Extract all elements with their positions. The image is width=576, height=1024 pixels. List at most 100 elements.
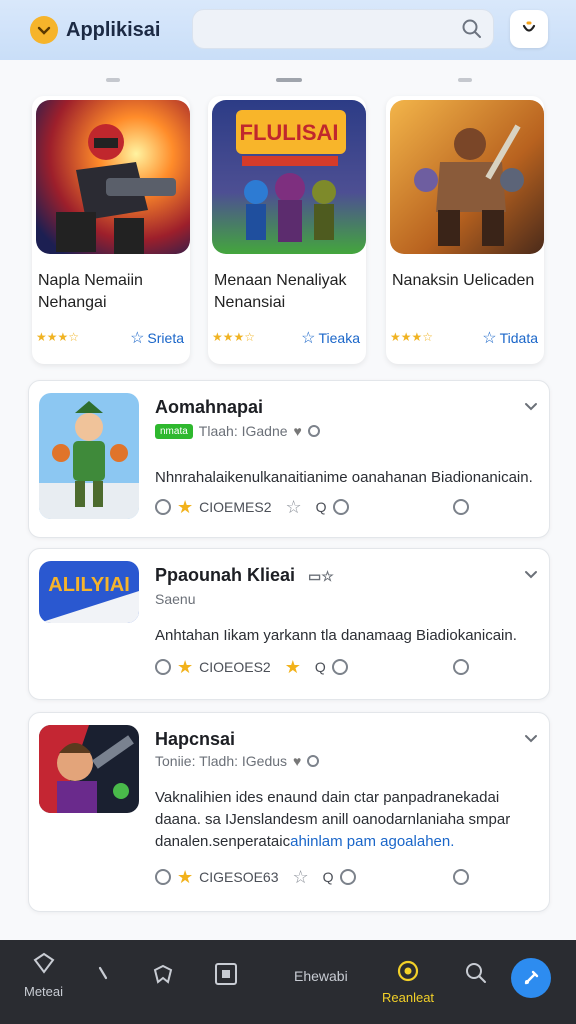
game-thumbnail: ALILYIAI bbox=[39, 561, 139, 623]
rating-stars: ★★★☆ bbox=[36, 330, 80, 344]
edit-fab-button[interactable] bbox=[511, 958, 551, 998]
featured-game-name: Napla Nemaiin Nehangai bbox=[38, 272, 143, 311]
nav-item-library[interactable] bbox=[214, 962, 244, 986]
nav-label: Meteai bbox=[24, 984, 64, 999]
settings-icon[interactable] bbox=[331, 659, 348, 675]
action-group[interactable]: Q bbox=[315, 659, 348, 675]
nav-label: Ehewabi bbox=[294, 968, 348, 984]
game-thumbnail bbox=[390, 100, 544, 254]
star-outline-icon: ☆ bbox=[301, 330, 316, 347]
info-icon[interactable] bbox=[307, 425, 320, 437]
star-icon[interactable]: ★ bbox=[177, 498, 193, 516]
window-icon bbox=[215, 963, 237, 985]
action-group[interactable]: Q bbox=[323, 869, 356, 885]
chevron-down-icon[interactable] bbox=[523, 731, 539, 747]
star-outline-icon: ☆ bbox=[482, 330, 497, 347]
share-icon[interactable] bbox=[155, 869, 171, 885]
nav-label: Reanleat bbox=[382, 990, 435, 1005]
thumbnail-title: FLULISAI bbox=[240, 120, 339, 145]
action-group[interactable]: ★ CIOEOES2 bbox=[155, 658, 271, 676]
featured-status-label: Srieta bbox=[147, 330, 184, 346]
featured-game-name: Menaan Nenaliyak Nenansiai bbox=[214, 272, 347, 311]
game-actions: ★ CIOEMES2 ☆ Q bbox=[155, 498, 547, 516]
star-outline-icon[interactable]: ☆ bbox=[286, 498, 302, 516]
rating-stars: ★★★☆ bbox=[212, 330, 256, 344]
download-icon[interactable] bbox=[453, 499, 469, 515]
chevron-down-icon[interactable] bbox=[523, 567, 539, 583]
featured-card[interactable]: Napla Nemaiin Nehangai ★★★☆ ☆ Srieta bbox=[32, 96, 190, 364]
nav-item-home[interactable]: Meteai bbox=[24, 952, 63, 999]
star-outline-icon: ☆ bbox=[130, 330, 145, 347]
carousel-dot-active[interactable] bbox=[276, 78, 302, 82]
featured-game-name: Nanaksin Uelicaden bbox=[392, 272, 535, 289]
featured-card[interactable]: FLULISAI Menaan Nenaliyak Nenansiai ★★★☆… bbox=[208, 96, 366, 364]
star-icon[interactable]: ★ bbox=[177, 658, 193, 676]
cube-icon bbox=[33, 952, 54, 974]
game-title: Aomahnapai bbox=[155, 397, 264, 417]
game-title-text: Ppaounah Klieai bbox=[155, 565, 296, 585]
featured-status[interactable]: ☆ Srieta bbox=[130, 328, 184, 348]
carousel-dot[interactable] bbox=[106, 78, 120, 82]
settings-icon[interactable] bbox=[332, 499, 349, 515]
game-list-card[interactable]: Aomahnapai nmata Tlaah: IGadne ♥ Nhnraha… bbox=[28, 380, 550, 538]
heart-icon[interactable]: ♥ bbox=[293, 753, 301, 769]
game-meta: Toniie: Tladh: IGedus ♥ bbox=[155, 753, 320, 769]
game-title: Ppaounah Klieai ▭☆ bbox=[155, 565, 334, 586]
user-icon bbox=[522, 21, 536, 32]
heart-icon[interactable]: ♥ bbox=[294, 423, 302, 439]
chevron-down-icon[interactable] bbox=[523, 399, 539, 415]
game-thumbnail bbox=[39, 393, 139, 519]
carousel-dot[interactable] bbox=[458, 78, 472, 82]
settings-icon[interactable] bbox=[339, 869, 356, 885]
game-thumbnail bbox=[39, 725, 139, 813]
game-thumbnail bbox=[36, 100, 190, 254]
comment-icon[interactable]: Q bbox=[323, 869, 334, 885]
action-count: CIOEMES2 bbox=[199, 499, 272, 515]
description-link[interactable]: ahinlam pam agoalahen. bbox=[290, 833, 454, 850]
game-description: Vaknalihien ides enaund dain ctar panpad… bbox=[155, 787, 547, 853]
featured-status-label: Tieaka bbox=[318, 330, 360, 346]
search-bar[interactable] bbox=[192, 9, 494, 49]
game-list-card[interactable]: ALILYIAI Ppaounah Klieai ▭☆ Saenu Anhtah… bbox=[28, 548, 550, 700]
trophy-icon bbox=[397, 960, 419, 982]
comment-icon[interactable]: Q bbox=[315, 659, 326, 675]
star-icon[interactable]: ★ bbox=[177, 868, 193, 886]
download-icon[interactable] bbox=[453, 659, 469, 675]
featured-status[interactable]: ☆ Tieaka bbox=[301, 328, 360, 348]
game-thumbnail: FLULISAI bbox=[212, 100, 366, 254]
action-group[interactable]: ★ CIOEMES2 bbox=[155, 498, 272, 516]
game-meta: Saenu bbox=[155, 591, 195, 607]
featured-status[interactable]: ☆ Tidata bbox=[482, 328, 538, 348]
game-list-card[interactable]: Hapcnsai Toniie: Tladh: IGedus ♥ Vaknali… bbox=[28, 712, 550, 912]
nav-item-favorites[interactable] bbox=[152, 964, 174, 986]
action-group[interactable]: ★ CIGESOE63 bbox=[155, 868, 279, 886]
action-group[interactable]: Q bbox=[316, 499, 349, 515]
nav-item-leaderboard[interactable]: Reanleat bbox=[382, 960, 434, 1005]
pencil-icon bbox=[524, 970, 539, 985]
app-logo-icon bbox=[30, 16, 58, 44]
search-input[interactable] bbox=[193, 10, 493, 48]
action-count: CIOEOES2 bbox=[199, 659, 271, 675]
game-actions: ★ CIGESOE63 ☆ Q bbox=[155, 868, 547, 886]
share-icon[interactable] bbox=[155, 659, 171, 675]
game-description: Nhnrahalaikenulkanaitianime oanahanan Bi… bbox=[155, 469, 533, 486]
star-outline-icon[interactable]: ☆ bbox=[293, 868, 309, 886]
search-icon[interactable] bbox=[461, 18, 483, 40]
nav-item-arrow[interactable] bbox=[98, 966, 108, 980]
bottom-nav: Meteai Ehewabi Reanleat bbox=[0, 940, 576, 1024]
comment-icon[interactable]: Q bbox=[316, 499, 327, 515]
thumbnail-title: ALILYIAI bbox=[48, 574, 130, 596]
star-icon[interactable]: ★ bbox=[285, 658, 301, 676]
download-icon[interactable] bbox=[453, 869, 469, 885]
meta-text: Toniie: Tladh: IGedus bbox=[155, 753, 288, 769]
action-count: CIGESOE63 bbox=[199, 869, 279, 885]
info-icon[interactable] bbox=[307, 755, 320, 767]
nav-item-search[interactable] bbox=[465, 962, 487, 984]
game-meta: nmata Tlaah: IGadne ♥ bbox=[155, 423, 320, 439]
share-icon[interactable] bbox=[155, 499, 171, 515]
nav-item-browse[interactable]: Ehewabi bbox=[294, 968, 348, 984]
media-icon: ▭☆ bbox=[308, 568, 334, 584]
profile-button[interactable] bbox=[510, 10, 548, 48]
featured-card[interactable]: Nanaksin Uelicaden ★★★☆ ☆ Tidata bbox=[386, 96, 544, 364]
meta-text: Tlaah: IGadne bbox=[198, 423, 288, 439]
